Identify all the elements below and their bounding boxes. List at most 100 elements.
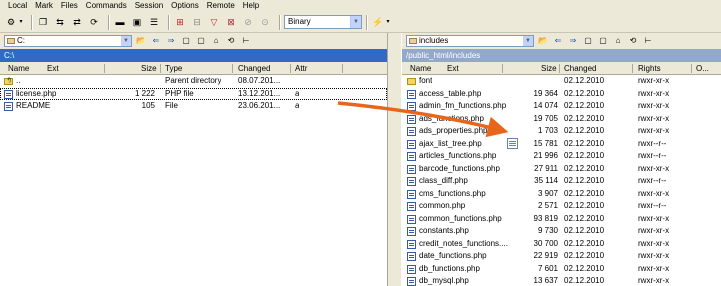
parent-folder-icon[interactable]: ▢ [582,35,594,47]
menu-help[interactable]: Help [239,0,263,12]
move-icon[interactable]: ⇆ [53,15,67,29]
select-all-icon[interactable]: ⊘ [241,15,255,29]
home-icon[interactable]: ⌂ [612,35,624,47]
refresh-icon[interactable]: ⟲ [627,35,639,47]
remote-folder-select[interactable]: includes ▼ [406,35,534,47]
chevron-down-icon[interactable]: ▼ [523,36,533,46]
menu-files[interactable]: Files [57,0,82,12]
column-owner[interactable]: O... [696,62,709,75]
remote-file-list: font 02.12.2010 rwxr-xr-x access_table.php 1… [402,75,721,286]
local-file-list: .. Parent directory 08.07.201... license… [0,75,387,113]
terminal-icon[interactable]: ▣ [130,15,144,29]
minus-icon[interactable]: ⊟ [190,15,204,29]
folder-icon [409,38,417,44]
menu-session[interactable]: Session [131,0,167,12]
file-type: File [165,101,178,110]
file-icon [407,102,416,111]
file-changed: 02.12.2010 [564,138,605,148]
file-row[interactable]: date_functions.php 22 919 02.12.2010 rwxr-x… [402,250,721,263]
chevron-down-icon[interactable]: ▾ [18,15,24,29]
local-drive-select[interactable]: C: ▼ [4,35,132,47]
transfer-mode-select[interactable]: Binary ▼ [284,15,362,29]
chevron-down-icon[interactable]: ▼ [350,16,361,28]
column-type[interactable]: Type [165,62,182,75]
column-name[interactable]: Name [8,62,29,75]
file-name: font [419,76,433,85]
file-size: 19 364 [533,88,558,98]
file-row[interactable]: db_functions.php 7 601 02.12.2010 rwxr-xr-x [402,263,721,276]
file-row[interactable]: font 02.12.2010 rwxr-xr-x [402,75,721,88]
file-row[interactable]: ads_functions.php 19 705 02.12.2010 rwxr-xr… [402,113,721,126]
menu-options[interactable]: Options [167,0,203,12]
menu-commands[interactable]: Commands [82,0,131,12]
file-size: 19 705 [533,113,558,123]
refresh-icon[interactable]: ⟲ [225,35,237,47]
file-rights: rwxr-xr-x [638,101,670,110]
file-row[interactable]: access_table.php 19 364 02.12.2010 rwxr-xr-… [402,88,721,101]
file-row[interactable]: ajax_list_tree.php 15 781 02.12.2010 rwxr--… [402,138,721,151]
home-icon[interactable]: ⌂ [210,35,222,47]
console-icon[interactable]: ▬ [113,15,127,29]
file-row[interactable]: admin_fm_functions.php 14 074 02.12.2010 rw… [402,100,721,113]
file-size: 93 819 [533,213,558,223]
menu-remote[interactable]: Remote [203,0,239,12]
file-attr: a [295,88,300,98]
synchronize-icon[interactable]: ⟳ [87,15,101,29]
file-changed: 02.12.2010 [564,251,605,260]
forward-icon[interactable]: ⇒ [165,35,177,47]
file-row[interactable]: credit_notes_functions.... 30 700 02.12.20… [402,238,721,251]
file-row[interactable]: license.php 1 222 PHP file 13.12.201... … [0,87,387,100]
file-row[interactable]: ads_properties.php 1 703 02.12.2010 rwxr-xr… [402,125,721,138]
clear-icon[interactable]: ⊙ [258,15,272,29]
pane-splitter[interactable] [387,33,402,286]
compare-icon[interactable]: ⇄ [70,15,84,29]
column-changed[interactable]: Changed [238,62,270,75]
menu-local[interactable]: Local [0,0,31,12]
file-row[interactable]: common.php 2 571 02.12.2010 rwxr--r-- [402,200,721,213]
file-row[interactable]: cms_functions.php 3 907 02.12.2010 rwxr-xr-… [402,188,721,201]
open-folder-icon[interactable]: 📂 [537,35,549,47]
tree-icon[interactable]: ⊢ [240,35,252,47]
back-icon[interactable]: ⇐ [552,35,564,47]
chevron-down-icon[interactable]: ▼ [121,36,131,46]
file-row[interactable]: articles_functions.php 21 996 02.12.2010 rw… [402,150,721,163]
column-size[interactable]: Size [141,62,157,75]
column-ext[interactable]: Ext [447,62,459,75]
file-rights: rwxr-xr-x [638,126,670,135]
column-attr[interactable]: Attr [295,62,307,75]
file-row[interactable]: constants.php 9 730 02.12.2010 rwxr-xr-x [402,225,721,238]
column-name[interactable]: Name [410,62,431,75]
file-changed: 23.06.201... [238,101,281,110]
file-changed: 02.12.2010 [564,226,605,235]
menu-mark[interactable]: Mark [31,0,57,12]
back-icon[interactable]: ⇐ [150,35,162,47]
file-name: README [16,101,51,110]
plus-icon[interactable]: ⊞ [173,15,187,29]
file-row[interactable]: class_diff.php 35 114 02.12.2010 rwxr--r-- [402,175,721,188]
column-rights[interactable]: Rights [638,62,661,75]
file-changed: 02.12.2010 [564,276,605,285]
session-icon[interactable]: ⚡ [371,15,385,29]
file-row[interactable]: common_functions.php 93 819 02.12.2010 rwxr… [402,213,721,226]
column-changed[interactable]: Changed [564,62,596,75]
column-size[interactable]: Size [541,62,557,75]
filter-icon[interactable]: ▽ [207,15,221,29]
preferences-icon[interactable]: ⚙ [4,15,18,29]
file-row[interactable]: .. Parent directory 08.07.201... [0,75,387,88]
tree-icon[interactable]: ⊢ [642,35,654,47]
remote-column-header: Name Ext Size Changed Rights O... [402,62,721,75]
root-folder-icon[interactable]: ▢ [597,35,609,47]
open-folder-icon[interactable]: 📂 [135,35,147,47]
parent-folder-icon[interactable]: ▢ [180,35,192,47]
copy-icon[interactable]: ❐ [36,15,50,29]
chevron-down-icon[interactable]: ▾ [385,15,391,29]
queue-icon[interactable]: ☰ [147,15,161,29]
file-rights: rwxr-xr-x [638,226,670,235]
file-row[interactable]: barcode_functions.php 27 911 02.12.2010 rwx… [402,163,721,176]
root-folder-icon[interactable]: ▢ [195,35,207,47]
invert-selection-icon[interactable]: ⊠ [224,15,238,29]
file-row[interactable]: README 105 File 23.06.201... a [0,100,387,113]
file-row[interactable]: db_mysql.php 13 637 02.12.2010 rwxr-xr-x [402,275,721,286]
forward-icon[interactable]: ⇒ [567,35,579,47]
column-ext[interactable]: Ext [47,62,59,75]
